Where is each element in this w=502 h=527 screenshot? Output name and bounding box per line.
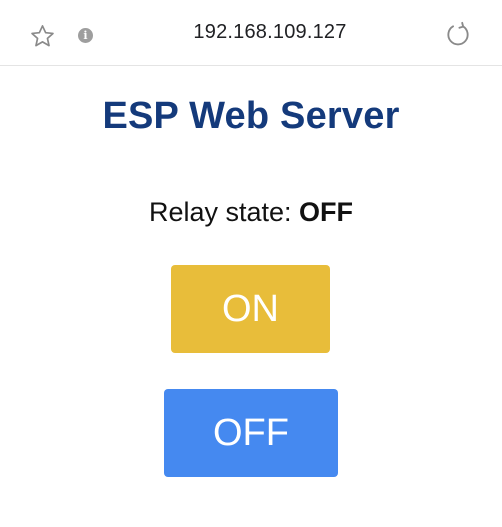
url-text[interactable]: 192.168.109.127: [0, 21, 502, 44]
page-title: ESP Web Server: [102, 95, 400, 137]
on-button[interactable]: ON: [171, 265, 330, 353]
address-bar: i 192.168.109.127: [0, 0, 502, 66]
relay-state-value: OFF: [299, 197, 354, 227]
off-button[interactable]: OFF: [164, 389, 338, 477]
relay-state-label: Relay state:: [148, 197, 300, 227]
browser-page: i 192.168.109.127 ESP Web Server Relay s…: [0, 0, 502, 527]
reload-icon[interactable]: [444, 21, 472, 49]
relay-state-text: Relay state: OFF: [0, 197, 502, 228]
